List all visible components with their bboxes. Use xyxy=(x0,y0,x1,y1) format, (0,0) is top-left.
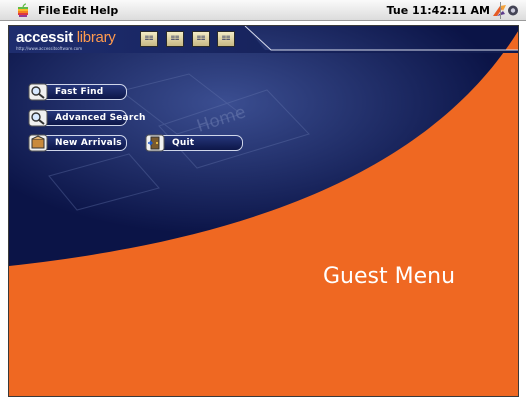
toolbar-button-1[interactable]: ≡≡ xyxy=(140,31,158,47)
background-art: Home xyxy=(9,26,518,396)
application-switcher-icon[interactable] xyxy=(506,3,520,18)
new-arrivals-button[interactable]: New Arrivals xyxy=(28,134,127,152)
edit-menu[interactable]: Edit xyxy=(62,4,86,17)
door-exit-icon xyxy=(145,134,165,152)
main-window: Home accessit library http://www.accessi… xyxy=(8,25,519,397)
apple-menu-icon[interactable] xyxy=(16,3,30,18)
menu-bar: File Edit Help Tue 11:42:11 AM xyxy=(0,0,526,21)
fast-find-button[interactable]: Fast Find xyxy=(28,83,127,101)
new-arrivals-icon xyxy=(28,134,48,152)
access-it-library-logo: accessit library http://www.accessitsoft… xyxy=(16,29,116,51)
quit-button[interactable]: Quit xyxy=(145,134,243,152)
toolbar-button-2[interactable]: ≡≡ xyxy=(166,31,184,47)
help-menu[interactable]: Help xyxy=(90,4,118,17)
menu-bar-divider xyxy=(500,2,501,19)
file-menu[interactable]: File xyxy=(38,4,61,17)
screen: File Edit Help Tue 11:42:11 AM Home acce… xyxy=(0,0,526,406)
menu-bar-clock[interactable]: Tue 11:42:11 AM xyxy=(387,4,490,17)
page-title: Guest Menu xyxy=(323,264,456,289)
toolbar-button-3[interactable]: ≡≡ xyxy=(192,31,210,47)
magnifier-icon xyxy=(28,109,48,127)
advanced-search-button[interactable]: Advanced Search xyxy=(28,109,145,127)
toolbar-button-4[interactable]: ≡≡ xyxy=(217,31,235,47)
magnifier-icon xyxy=(28,83,48,101)
